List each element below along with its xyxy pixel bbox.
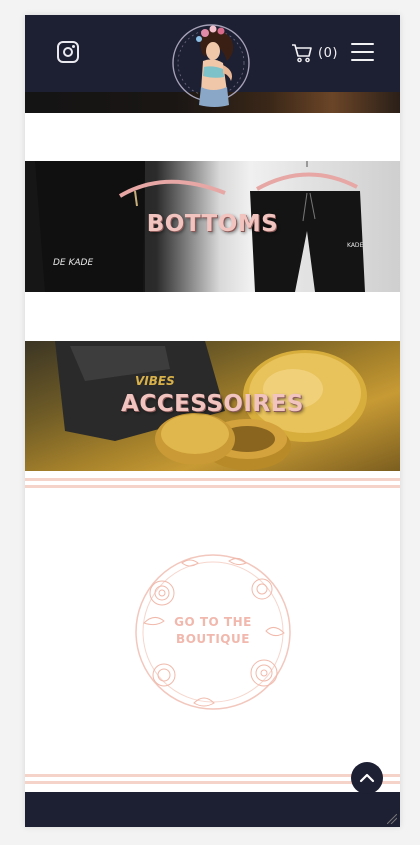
chevron-up-icon	[359, 773, 375, 783]
boutique-label: GO TO THE BOUTIQUE	[174, 615, 252, 646]
go-to-boutique-link[interactable]: GO TO THE BOUTIQUE	[134, 553, 292, 711]
category-title-accessoires: ACCESSOIRES	[121, 391, 304, 417]
hamburger-menu-icon[interactable]	[351, 43, 374, 61]
divider-line	[25, 781, 400, 784]
brand-mark-bottoms-small: KADE	[347, 242, 364, 249]
cart-count: (0)	[318, 45, 338, 61]
divider-line	[25, 485, 400, 488]
page-container: (0) DE KADE KADE BOTTOMS VIBES ACCESSOIR…	[25, 15, 400, 827]
category-title-bottoms: BOTTOMS	[146, 211, 279, 237]
category-accessoires-banner[interactable]: VIBES ACCESSOIRES	[25, 341, 400, 471]
category-bottoms-banner[interactable]: DE KADE KADE BOTTOMS	[25, 161, 400, 292]
site-footer	[25, 792, 400, 827]
brand-logo[interactable]	[171, 21, 257, 109]
divider-line	[25, 478, 400, 481]
scroll-to-top-button[interactable]	[351, 762, 383, 794]
resize-handle-icon	[387, 814, 397, 824]
brand-mark-bottoms: DE KADE	[53, 258, 93, 268]
brand-mark-accessoires: VIBES	[135, 374, 175, 388]
instagram-icon[interactable]	[57, 41, 79, 63]
cart-button[interactable]: (0)	[291, 43, 338, 63]
divider-line	[25, 774, 400, 777]
cart-icon	[292, 44, 312, 63]
